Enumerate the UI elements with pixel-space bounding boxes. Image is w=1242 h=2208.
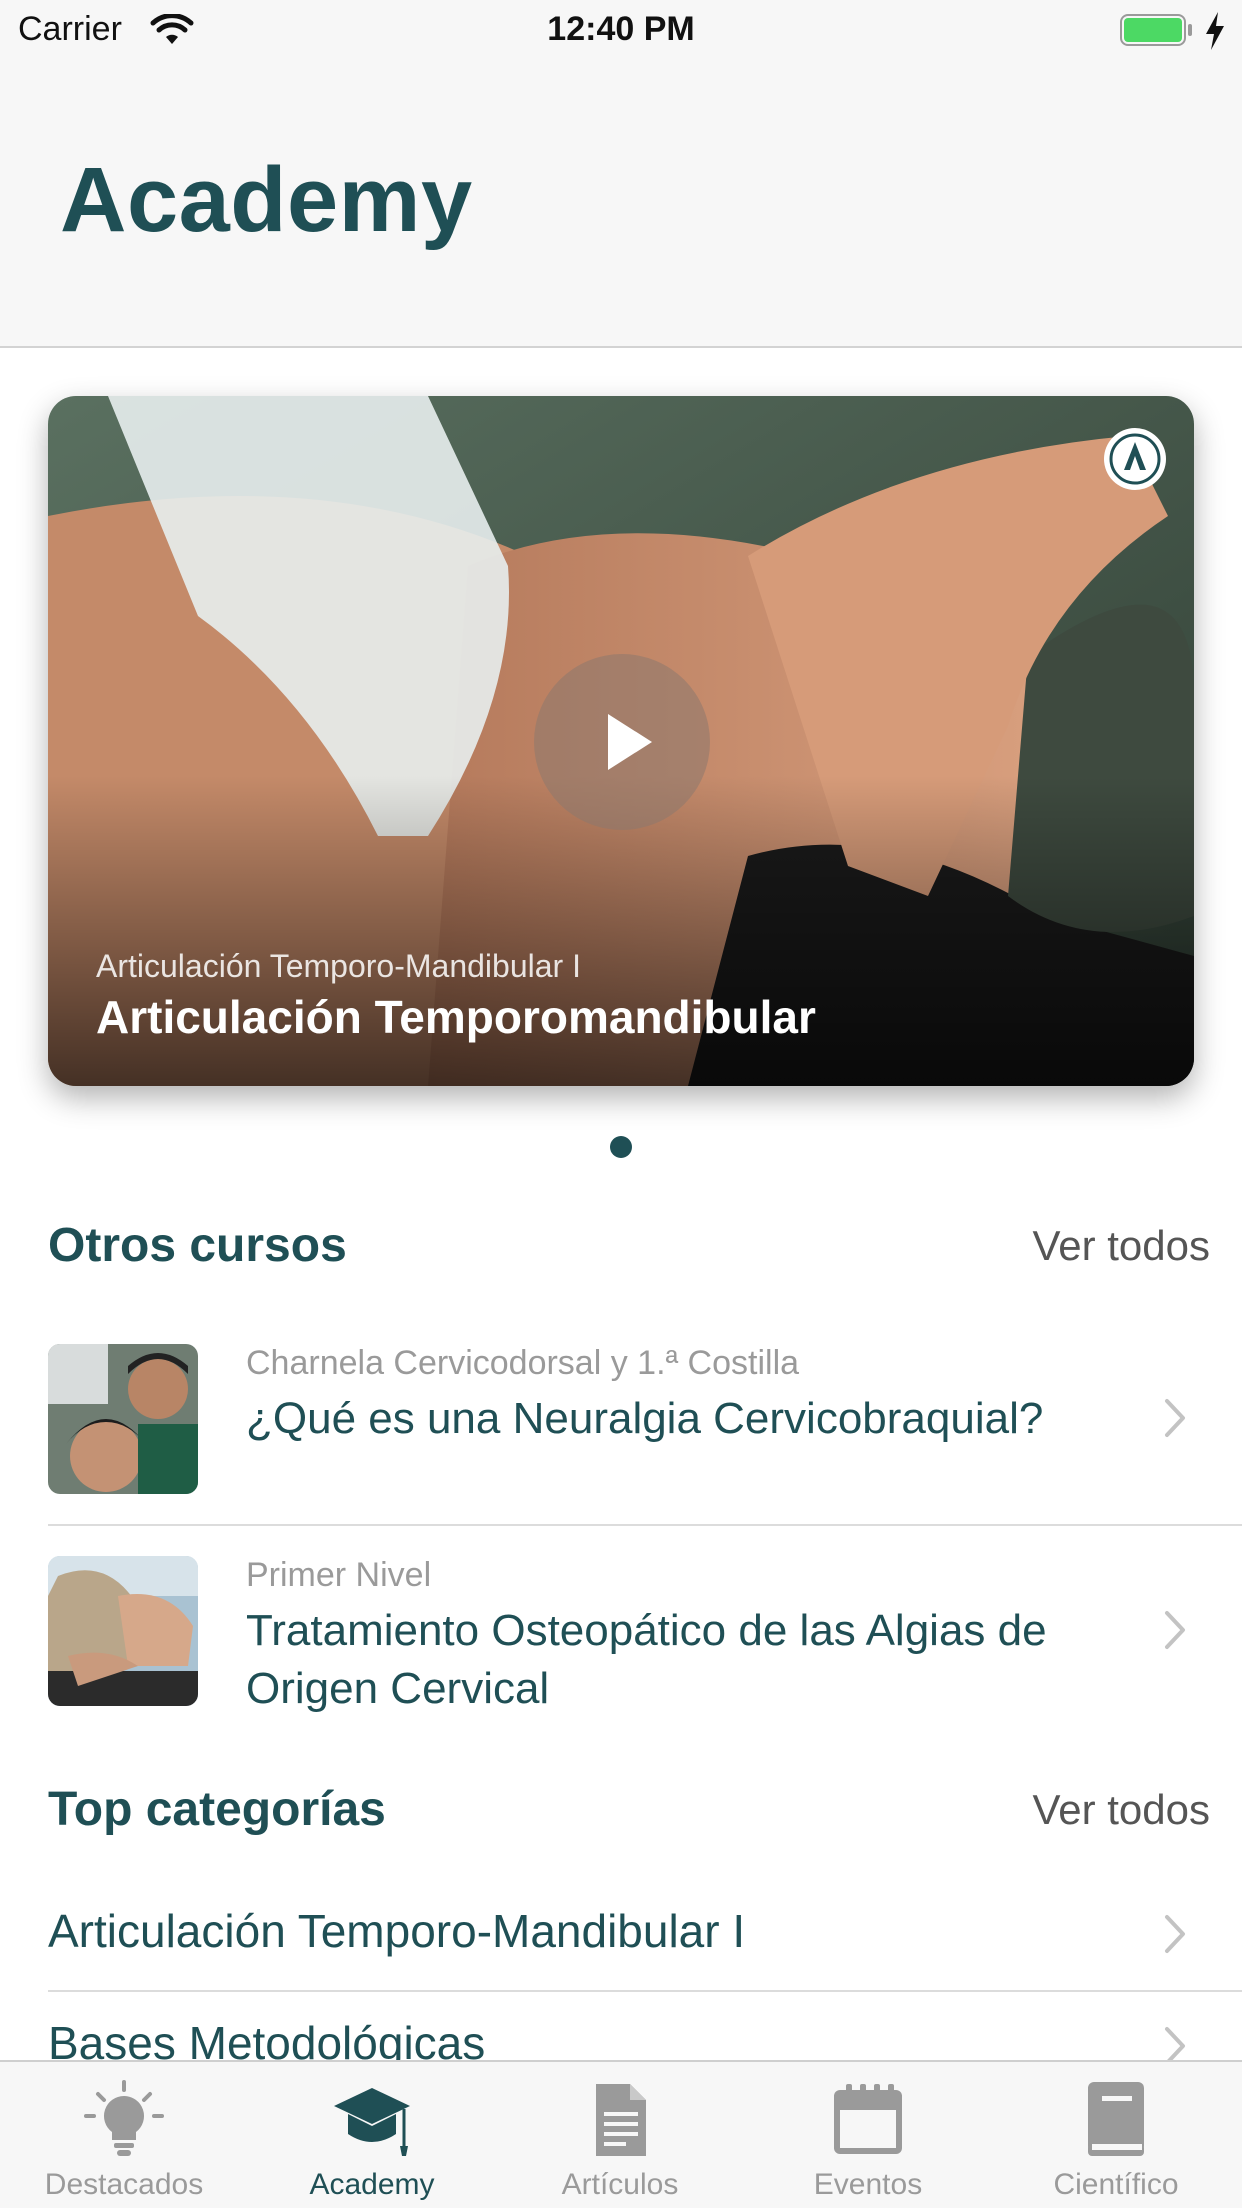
- graduation-cap-icon: [334, 2088, 410, 2156]
- tab-destacados[interactable]: Destacados: [0, 2062, 248, 2208]
- section-title-otros-cursos: Otros cursos: [48, 1219, 347, 1272]
- lightbulb-icon: [84, 2080, 164, 2156]
- featured-course-card[interactable]: Articulación Temporo-Mandibular I Articu…: [48, 396, 1194, 1086]
- category-label: Articulación Temporo-Mandibular I: [48, 1905, 746, 1957]
- tab-label: Destacados: [44, 2168, 204, 2201]
- brand-logo-icon: [1104, 428, 1166, 490]
- status-bar: Carrier 12:40 PM: [0, 0, 1242, 62]
- featured-course-title: Articulación Temporomandibular: [96, 991, 816, 1043]
- tab-bar: Destacados Academy Artículos Eventos Cie…: [0, 2060, 1242, 2208]
- charging-icon: [1206, 12, 1224, 50]
- see-all-courses-link[interactable]: Ver todos: [1033, 1222, 1210, 1270]
- tab-eventos[interactable]: Eventos: [744, 2062, 992, 2208]
- chevron-right-icon: [1165, 1915, 1185, 1953]
- tab-articulos[interactable]: Artículos: [496, 2062, 744, 2208]
- course-title: Tratamiento Osteopático de las Algias de…: [246, 1606, 1047, 1713]
- row-divider: [48, 1524, 1242, 1526]
- tab-label: Eventos: [813, 2168, 923, 2201]
- course-row[interactable]: Charnela Cervicodorsal y 1.ª Costilla ¿Q…: [0, 1328, 1242, 1508]
- clock: 12:40 PM: [547, 10, 695, 48]
- section-title-top-categorias: Top categorías: [48, 1783, 386, 1836]
- battery-icon: [1120, 14, 1192, 48]
- featured-course-subtitle: Articulación Temporo-Mandibular I: [96, 948, 581, 984]
- tab-label: Científico: [1053, 2168, 1179, 2201]
- course-subtitle: Charnela Cervicodorsal y 1.ª Costilla: [246, 1344, 800, 1382]
- tab-academy[interactable]: Academy: [248, 2062, 496, 2208]
- document-icon: [596, 2084, 646, 2156]
- calendar-icon: [834, 2084, 902, 2154]
- category-row[interactable]: Articulación Temporo-Mandibular I: [0, 1880, 1242, 1990]
- tab-cientifico[interactable]: Científico: [992, 2062, 1240, 2208]
- page-title: Academy: [60, 149, 473, 251]
- chevron-right-icon: [1165, 1611, 1185, 1649]
- course-thumbnail: [48, 1344, 198, 1494]
- page-indicator-dot: [610, 1136, 632, 1158]
- see-all-categories-link[interactable]: Ver todos: [1033, 1786, 1210, 1834]
- play-icon[interactable]: [534, 654, 710, 830]
- tab-label: Academy: [309, 2168, 435, 2201]
- course-title: ¿Qué es una Neuralgia Cervicobraquial?: [246, 1394, 1044, 1443]
- chevron-right-icon: [1165, 1399, 1185, 1437]
- course-subtitle: Primer Nivel: [246, 1556, 432, 1594]
- course-thumbnail: [48, 1556, 198, 1706]
- tab-label: Artículos: [561, 2168, 679, 2201]
- course-row[interactable]: Primer Nivel Tratamiento Osteopático de …: [0, 1540, 1242, 1720]
- book-icon: [1088, 2082, 1144, 2156]
